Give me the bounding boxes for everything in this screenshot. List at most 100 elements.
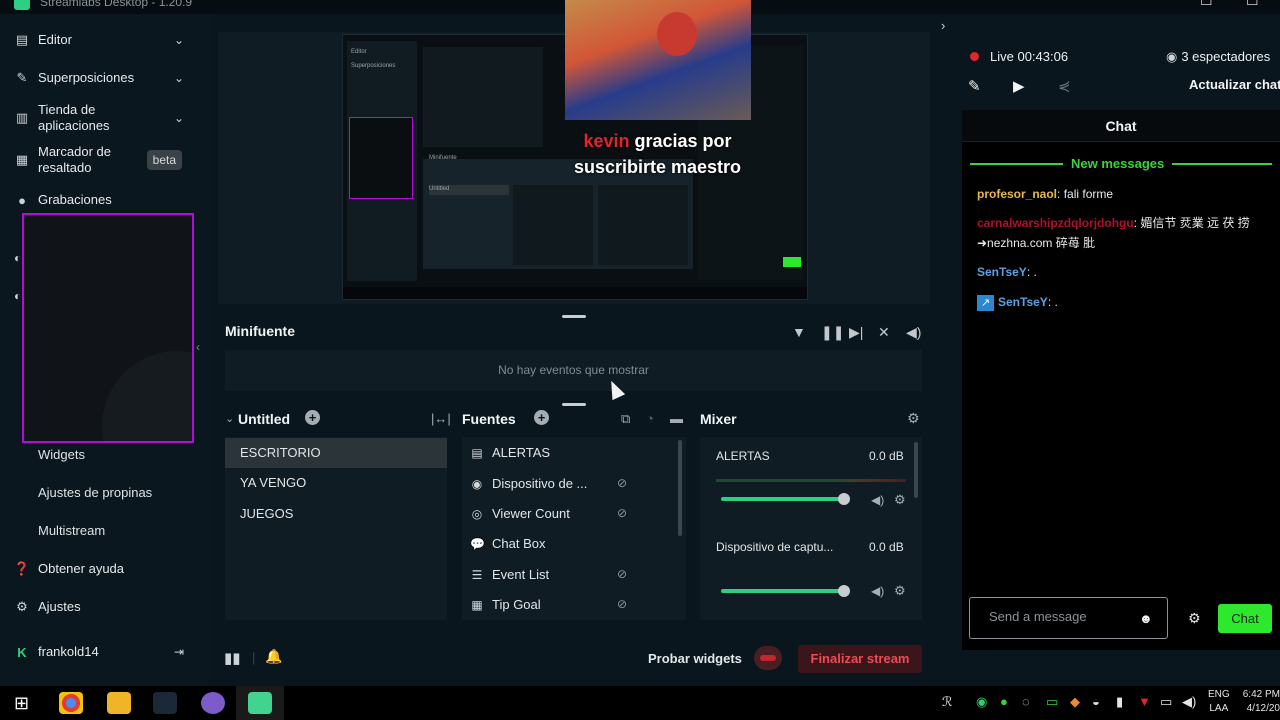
volume-slider[interactable] <box>721 589 847 593</box>
edit-stream-info-icon[interactable]: ✎ <box>968 77 981 95</box>
network-icon[interactable]: ▭ <box>1160 694 1172 710</box>
chat-username[interactable]: profesor_naol <box>977 187 1057 201</box>
tray-app-icon[interactable]: ◌ <box>1022 694 1030 709</box>
volume-tray-icon[interactable]: ◀) <box>1182 694 1196 710</box>
scene-item[interactable]: JUEGOS <box>225 499 447 529</box>
group-sources-icon[interactable]: ⧉ <box>621 411 630 427</box>
emoji-icon[interactable]: ☻ <box>1139 611 1153 626</box>
sidebar-item-highlighter[interactable]: ▦ Marcador de resaltado beta <box>14 144 194 176</box>
volume-slider-knob[interactable] <box>838 493 850 505</box>
sidebar-item-user[interactable]: K frankold14 ⇥ <box>14 644 194 660</box>
record-button[interactable] <box>754 646 782 670</box>
file-explorer-icon[interactable] <box>107 692 131 714</box>
language-indicator[interactable]: ENG LAA <box>1208 688 1230 716</box>
tray-shield-icon[interactable]: ▼ <box>1138 694 1151 709</box>
end-stream-button[interactable]: Finalizar stream <box>798 645 922 673</box>
source-item[interactable]: ☰ Event List <box>470 563 640 587</box>
scene-transitions-icon[interactable]: |↔| <box>431 411 451 426</box>
collapse-dock-icon[interactable]: › <box>941 18 945 33</box>
chat-message-input[interactable] <box>989 609 1139 624</box>
sidebar-item-help[interactable]: ❓ Obtener ayuda <box>14 561 194 577</box>
chevron-down-icon[interactable]: ⌄ <box>174 33 184 47</box>
volume-icon[interactable]: ◀) <box>906 324 921 341</box>
scene-item[interactable]: ESCRITORIO <box>225 438 447 468</box>
speaker-icon[interactable]: ◀) <box>871 584 884 598</box>
add-folder-icon[interactable]: ▬ <box>670 411 683 426</box>
divider: | <box>252 650 256 665</box>
sidebar-item-widgets[interactable]: Widgets <box>38 447 85 462</box>
microphone-icon[interactable]: ▮ <box>1116 694 1123 710</box>
maximize-icon[interactable]: ☐ <box>1200 0 1213 9</box>
chat-settings-icon[interactable]: ⚙ <box>1188 610 1201 627</box>
eye-off-icon[interactable]: ⊘ <box>617 567 627 581</box>
resize-handle[interactable] <box>562 403 586 406</box>
chevron-down-icon[interactable]: ⌄ <box>225 412 234 425</box>
people-icon[interactable]: ℛ <box>942 694 952 710</box>
steam-tray-icon[interactable]: ◒ <box>1092 694 1100 709</box>
sidebar-item-recordings[interactable]: ● Grabaciones <box>14 192 194 208</box>
chrome-icon[interactable] <box>59 692 83 714</box>
tray-battery-icon[interactable]: ▭ <box>1046 694 1058 710</box>
pause-icon[interactable]: ❚❚ <box>821 324 844 341</box>
sidebar-item-tip-settings[interactable]: Ajustes de propinas <box>38 485 152 500</box>
sources-scrollbar[interactable] <box>678 440 682 536</box>
share-icon[interactable]: ⋞ <box>1058 77 1071 95</box>
source-item[interactable]: ▦ Tip Goal <box>470 593 640 617</box>
chevron-down-icon[interactable]: ⌄ <box>174 111 184 125</box>
scene-item[interactable]: YA VENGO <box>225 468 447 498</box>
sidebar-item-multistream[interactable]: Multistream <box>38 523 105 538</box>
filter-icon[interactable]: ▼ <box>792 324 806 340</box>
windows-start-icon[interactable]: ⊞ <box>14 693 29 714</box>
sidebar-item-settings[interactable]: ⚙ Ajustes <box>14 599 194 615</box>
add-source-icon[interactable]: + <box>534 410 549 425</box>
mixer-settings-icon[interactable]: ⚙ <box>907 410 920 427</box>
sidebar-item-editor[interactable]: ▤ Editor ⌄ <box>14 32 194 48</box>
source-item[interactable]: 💬 Chat Box <box>470 532 640 556</box>
test-widgets-button[interactable]: Probar widgets <box>648 651 742 666</box>
gear-icon[interactable]: ⚙ <box>894 583 906 599</box>
chat-username[interactable]: SenTseY <box>977 265 1027 279</box>
source-item[interactable]: ◎ Viewer Count <box>470 502 640 526</box>
view-stream-icon[interactable]: ▶ <box>1013 77 1025 95</box>
mute-alerts-icon[interactable]: ✕ <box>878 324 890 341</box>
source-item[interactable]: ▤ ALERTAS <box>470 441 640 465</box>
beta-badge: beta <box>146 150 182 170</box>
collapse-sidebar-icon[interactable]: ‹ <box>196 340 200 354</box>
tray-avast-icon[interactable]: ◆ <box>1070 694 1080 710</box>
notifications-bell-icon[interactable]: 🔔 <box>265 648 282 665</box>
volume-slider-knob[interactable] <box>838 585 850 597</box>
chevron-down-icon[interactable]: ⌄ <box>174 71 184 85</box>
windows-taskbar <box>0 686 1280 720</box>
system-clock[interactable]: 6:42 PM 4/12/20 <box>1240 688 1280 716</box>
sidebar-item-store[interactable]: ▥ Tienda de aplicaciones ⌄ <box>14 102 194 134</box>
eye-off-icon[interactable]: ⊘ <box>617 597 627 611</box>
tray-green-icon[interactable]: ● <box>1000 694 1008 709</box>
logout-icon[interactable]: ⇥ <box>174 645 184 659</box>
refresh-chat-button[interactable]: Actualizar chat <box>1189 77 1280 92</box>
eye-off-icon[interactable]: ⊘ <box>617 506 627 520</box>
eye-off-icon[interactable]: ⊘ <box>617 476 627 490</box>
volume-slider[interactable] <box>721 497 847 501</box>
speaker-icon[interactable]: ◀) <box>871 493 884 507</box>
whatsapp-icon[interactable]: ◉ <box>976 694 987 710</box>
sidebar-item-label: Editor <box>38 32 72 47</box>
resize-handle[interactable] <box>562 315 586 318</box>
add-scene-icon[interactable]: + <box>305 410 320 425</box>
gear-icon[interactable]: ⚙ <box>894 492 906 508</box>
close-window-icon[interactable]: ☐ <box>1246 0 1259 9</box>
mixer-scrollbar[interactable] <box>914 442 918 498</box>
filters-icon[interactable]: ◔ <box>646 411 654 426</box>
chat-text: fali forme <box>1060 187 1114 201</box>
scene-collection-title[interactable]: Untitled <box>238 411 290 427</box>
send-chat-button[interactable]: Chat <box>1218 604 1272 633</box>
preview-thumbnail[interactable] <box>22 213 194 443</box>
chat-username[interactable]: SenTseY <box>998 295 1048 309</box>
sidebar-item-overlays[interactable]: ✎ Superposiciones ⌄ <box>14 70 194 86</box>
source-item[interactable]: ◉ Dispositivo de ... <box>470 472 640 496</box>
sidebar-item-label: Superposiciones <box>38 70 135 85</box>
discord-icon[interactable] <box>201 692 225 714</box>
skip-icon[interactable]: ▶| <box>849 324 863 341</box>
steam-icon[interactable] <box>153 692 177 714</box>
chat-username[interactable]: carnalwarshipzdqlorjdohgu <box>977 216 1134 230</box>
performance-stats-icon[interactable]: ▮▮ <box>224 649 241 667</box>
